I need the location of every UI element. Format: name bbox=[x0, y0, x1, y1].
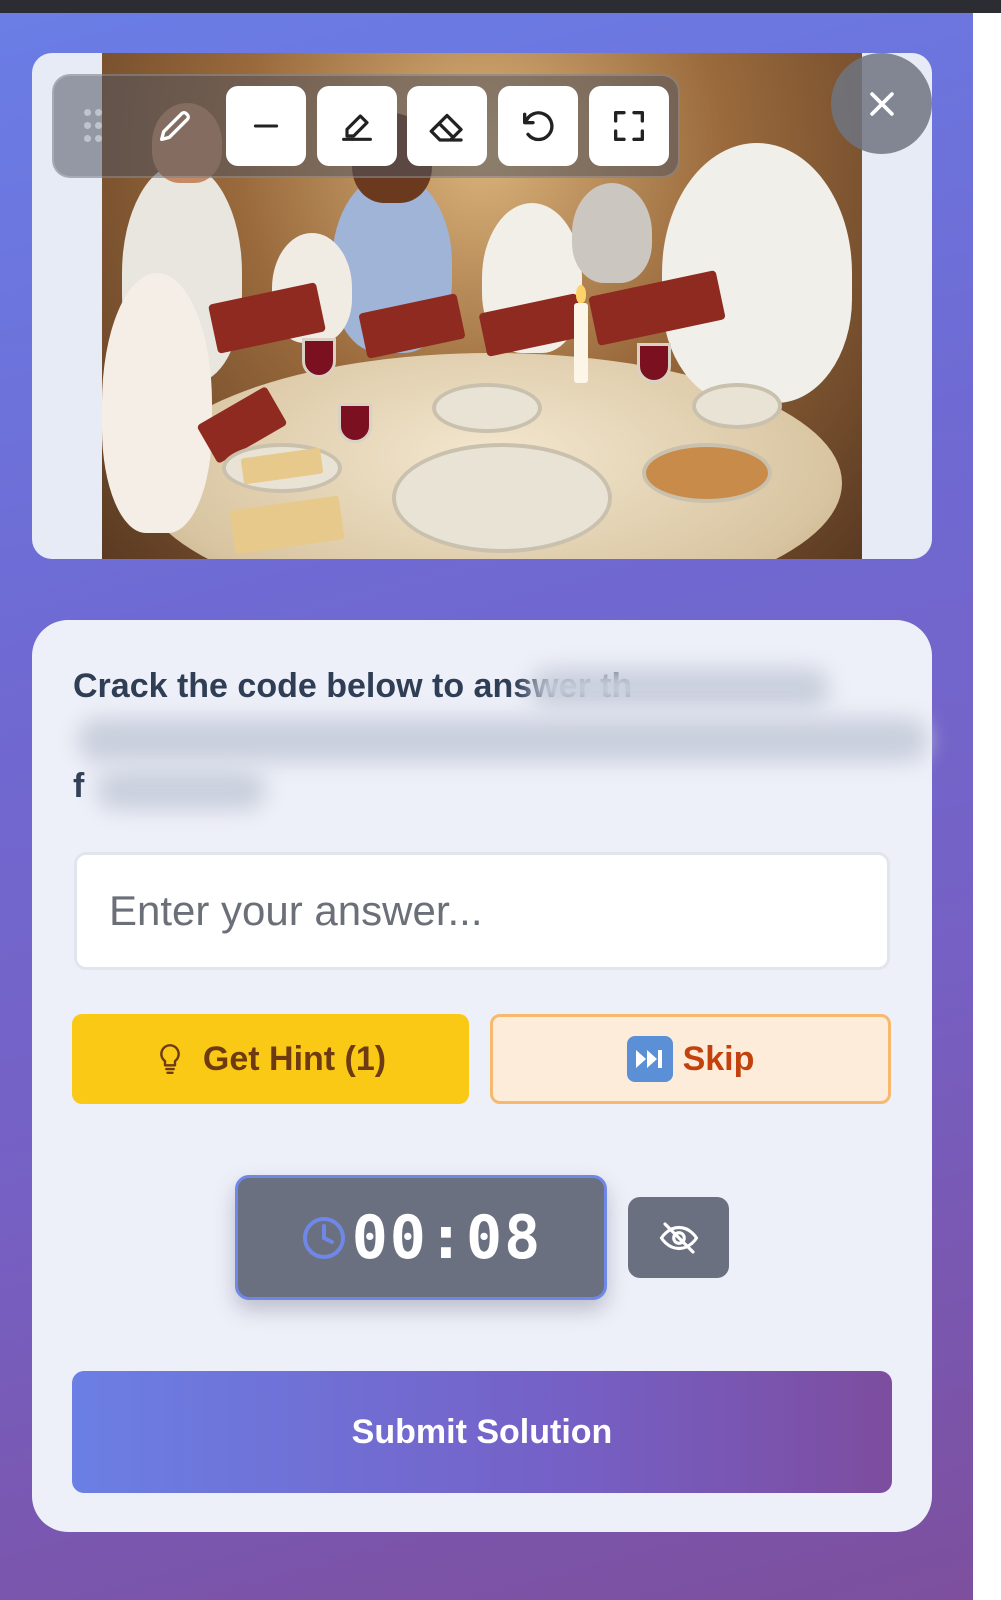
hide-timer-button[interactable] bbox=[628, 1197, 729, 1278]
highlighter-icon bbox=[342, 114, 372, 141]
highlighter-tool-button[interactable] bbox=[317, 86, 397, 166]
submit-solution-button[interactable]: Submit Solution bbox=[72, 1371, 892, 1493]
skip-label: Skip bbox=[682, 1039, 755, 1078]
redacted-text bbox=[96, 770, 266, 810]
close-button[interactable] bbox=[831, 53, 932, 154]
undo-icon bbox=[523, 111, 554, 142]
pencil-icon bbox=[160, 111, 190, 141]
grip-dots-icon[interactable] bbox=[84, 109, 106, 143]
wine-glass bbox=[338, 403, 372, 443]
question-fragment: f bbox=[73, 767, 85, 805]
candle bbox=[574, 303, 588, 383]
window-edge bbox=[973, 13, 1001, 1600]
answer-input[interactable] bbox=[74, 852, 890, 970]
close-icon bbox=[869, 91, 894, 116]
line-tool-button[interactable] bbox=[226, 86, 306, 166]
eraser-tool-button[interactable] bbox=[407, 86, 487, 166]
wine-glass bbox=[637, 343, 671, 383]
undo-tool-button[interactable] bbox=[498, 86, 578, 166]
skip-button[interactable]: Skip bbox=[490, 1014, 891, 1104]
wine-glass bbox=[302, 338, 336, 378]
bowl bbox=[642, 443, 772, 503]
timer-display: 00:08 bbox=[235, 1175, 607, 1300]
timer-value: 00:08 bbox=[351, 1202, 543, 1273]
candle-flame bbox=[576, 285, 586, 303]
eye-off-icon bbox=[659, 1221, 698, 1254]
figure-girl bbox=[102, 273, 212, 533]
fullscreen-icon bbox=[614, 111, 644, 141]
figure-grandfather bbox=[662, 143, 852, 403]
redacted-text bbox=[78, 718, 928, 762]
fullscreen-tool-button[interactable] bbox=[589, 86, 669, 166]
fast-forward-icon bbox=[626, 1036, 673, 1082]
plate bbox=[432, 383, 542, 433]
lightbulb-icon bbox=[160, 1044, 180, 1074]
get-hint-button[interactable]: Get Hint (1) bbox=[72, 1014, 469, 1104]
clock-icon bbox=[302, 1216, 345, 1259]
minus-icon bbox=[253, 124, 279, 128]
hint-label: Get Hint (1) bbox=[202, 1039, 387, 1078]
bowl bbox=[692, 383, 782, 429]
figure-grandmother bbox=[572, 183, 652, 283]
eraser-icon bbox=[429, 113, 463, 142]
pencil-tool-button[interactable] bbox=[135, 86, 215, 166]
redacted-text bbox=[530, 668, 830, 708]
seder-plate bbox=[392, 443, 612, 553]
